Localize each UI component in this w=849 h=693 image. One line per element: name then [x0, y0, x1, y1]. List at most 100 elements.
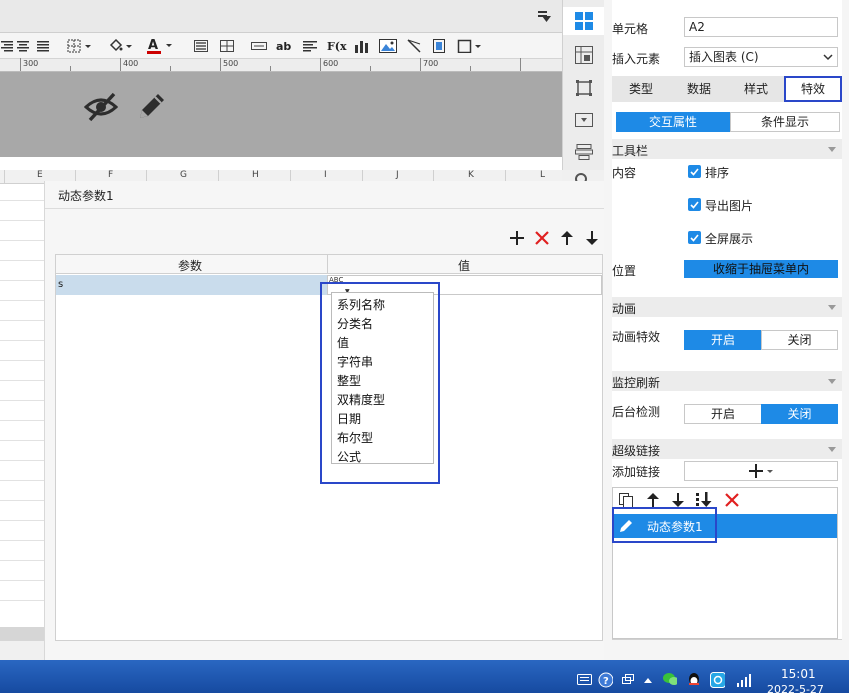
- header-value: 值: [458, 259, 471, 273]
- dropdown-widget-icon[interactable]: [574, 110, 594, 130]
- sort-option-label: 排序: [705, 166, 730, 180]
- cell-attribute-icon[interactable]: [574, 78, 594, 98]
- tab-effects[interactable]: 特效: [784, 76, 842, 102]
- help-icon[interactable]: ?: [598, 672, 613, 687]
- ruler-mark: 500: [223, 59, 239, 68]
- network-signal-icon[interactable]: [736, 672, 751, 687]
- ruler-mark: 700: [423, 59, 439, 68]
- align-right-icon[interactable]: [0, 37, 14, 55]
- move-down-button[interactable]: [583, 229, 601, 247]
- wechat-icon[interactable]: [662, 672, 677, 687]
- tab-style[interactable]: 样式: [728, 76, 784, 102]
- animation-on-toggle[interactable]: 开启: [684, 330, 762, 350]
- hide-eye-icon[interactable]: [83, 90, 119, 124]
- collapse-arrow-icon[interactable]: [828, 305, 836, 310]
- insert-field-icon[interactable]: [251, 37, 267, 55]
- param-name-cell[interactable]: s: [56, 275, 327, 295]
- insert-element-select[interactable]: 插入图表 (C): [684, 47, 838, 67]
- collapse-arrow-icon[interactable]: [828, 447, 836, 452]
- widget-settings-icon[interactable]: [574, 11, 594, 31]
- section-title: 监控刷新: [612, 376, 661, 390]
- property-panel-switcher: [562, 0, 605, 170]
- report-canvas: [0, 72, 562, 157]
- export-image-checkbox[interactable]: [688, 198, 701, 211]
- tray-expand-icon[interactable]: [640, 672, 655, 687]
- header-param: 参数: [178, 259, 203, 273]
- edit-pencil-icon[interactable]: [136, 90, 168, 122]
- delete-link-icon[interactable]: [723, 491, 741, 509]
- animation-effect-label: 动画特效: [612, 330, 661, 344]
- parameter-table-header: 参数 值: [56, 255, 602, 274]
- tab-type[interactable]: 类型: [612, 76, 670, 102]
- svg-text:?: ?: [603, 676, 609, 687]
- monitor-refresh-section[interactable]: 监控刷新: [612, 371, 842, 391]
- text-ab-icon[interactable]: ab: [276, 37, 294, 55]
- taskbar-clock-date[interactable]: 2022-5-27: [767, 683, 824, 693]
- collapse-arrow-icon[interactable]: [828, 147, 836, 152]
- qq-icon[interactable]: [686, 672, 701, 687]
- windows-taskbar: ? 15:01 2022-5-27: [0, 660, 849, 693]
- svg-text:ab: ab: [276, 40, 291, 53]
- column-header[interactable]: K: [468, 170, 474, 180]
- monitor-off-toggle[interactable]: 关闭: [761, 404, 838, 424]
- dialog-title: 动态参数1: [58, 189, 114, 203]
- properties-panel: 单元格 A2 插入元素 插入图表 (C) 类型 数据 样式 特效 交互属性 条件…: [604, 0, 849, 660]
- chevron-down-icon[interactable]: [821, 50, 835, 64]
- toolbar-section[interactable]: 工具栏: [612, 139, 842, 159]
- keyboard-icon[interactable]: [577, 672, 592, 687]
- column-header[interactable]: I: [324, 170, 327, 180]
- subtab-condition-display[interactable]: 条件显示: [730, 112, 840, 132]
- frame-icon[interactable]: [457, 37, 483, 55]
- image-icon[interactable]: [379, 37, 397, 55]
- window-switch-icon[interactable]: [620, 672, 635, 687]
- horizontal-scrollbar[interactable]: [0, 627, 44, 641]
- sort-checkbox[interactable]: [688, 165, 701, 178]
- column-header[interactable]: F: [108, 170, 113, 180]
- animation-off-toggle[interactable]: 关闭: [761, 330, 838, 350]
- delete-parameter-button[interactable]: [533, 229, 551, 247]
- position-select[interactable]: 收缩于抽屉菜单内: [684, 260, 838, 278]
- tab-data[interactable]: 数据: [670, 76, 728, 102]
- slider-widget-icon[interactable]: [431, 37, 447, 55]
- highlight-box: [320, 282, 440, 484]
- subtab-interaction[interactable]: 交互属性: [616, 112, 730, 132]
- add-link-button[interactable]: [684, 461, 838, 481]
- ruler-mark: 600: [323, 59, 339, 68]
- column-header[interactable]: G: [180, 170, 187, 180]
- border-icon[interactable]: [66, 37, 94, 55]
- panel-tabs: 类型 数据 样式 特效: [612, 76, 842, 102]
- line-draw-icon[interactable]: [406, 37, 422, 55]
- fullscreen-checkbox[interactable]: [688, 231, 701, 244]
- cell-element-icon[interactable]: [574, 45, 594, 65]
- cell-field[interactable]: A2: [684, 17, 838, 37]
- formula-icon[interactable]: F(x): [327, 37, 347, 55]
- taskbar-clock-time[interactable]: 15:01: [781, 667, 816, 681]
- fullscreen-option-label: 全屏展示: [705, 232, 754, 246]
- split-cells-icon[interactable]: [219, 37, 235, 55]
- chart-icon[interactable]: [354, 37, 370, 55]
- align-justify-icon[interactable]: [36, 37, 50, 55]
- font-color-icon[interactable]: A: [145, 37, 175, 55]
- add-parameter-button[interactable]: [508, 229, 526, 247]
- merge-cells-icon[interactable]: [193, 37, 209, 55]
- monitor-on-toggle[interactable]: 开启: [684, 404, 762, 424]
- layout-list-icon[interactable]: [574, 142, 594, 162]
- column-header[interactable]: E: [37, 170, 43, 180]
- paragraph-icon[interactable]: [302, 37, 318, 55]
- svg-text:A: A: [148, 38, 158, 53]
- move-up-button[interactable]: [558, 229, 576, 247]
- content-label: 内容: [612, 166, 637, 180]
- animation-section[interactable]: 动画: [612, 297, 842, 317]
- tab-menu-icon[interactable]: [538, 10, 552, 22]
- insert-element-value: 插入图表 (C): [689, 50, 759, 64]
- column-header[interactable]: J: [396, 170, 399, 180]
- hyperlink-section[interactable]: 超级链接: [612, 439, 842, 459]
- fill-color-icon[interactable]: [107, 37, 135, 55]
- format-toolbar: A ab F(x): [0, 33, 562, 59]
- column-header[interactable]: L: [540, 170, 545, 180]
- ruler-mark: 300: [23, 59, 39, 68]
- column-header[interactable]: H: [252, 170, 259, 180]
- app-tray-icon[interactable]: [710, 671, 725, 688]
- collapse-arrow-icon[interactable]: [828, 379, 836, 384]
- align-center-icon[interactable]: [16, 37, 30, 55]
